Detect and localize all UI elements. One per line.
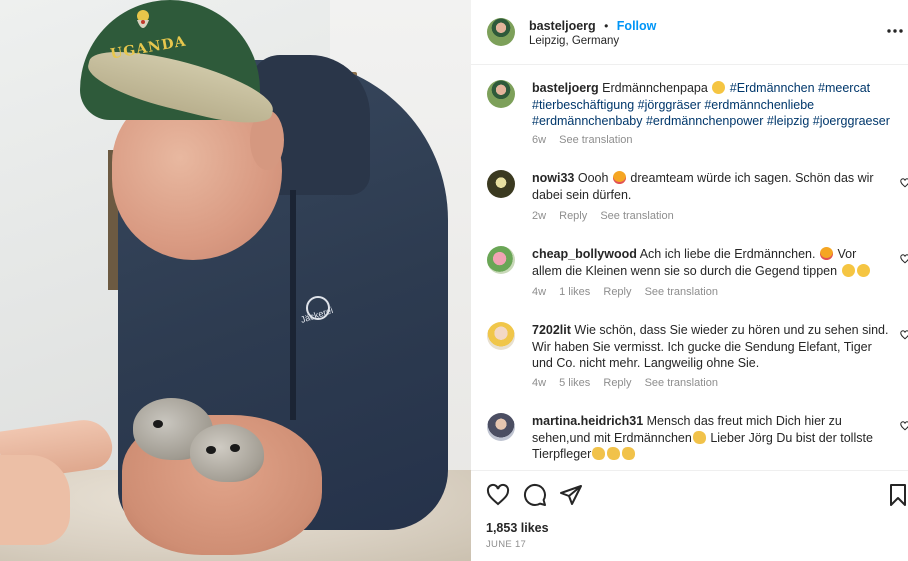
comment-meta: 2w Reply See translation	[532, 210, 684, 222]
comment-body: Vor	[837, 247, 857, 261]
comment-avatar[interactable]	[487, 413, 515, 441]
caption-see-translation[interactable]: See translation	[559, 134, 632, 146]
comment-body: Wir haben Sie vermisst. Ich gucke die Se…	[532, 339, 872, 354]
post-panel: basteljoerg • Follow Leipzig, Germany ba…	[471, 0, 908, 561]
heart-eyes-emoji-icon	[612, 171, 626, 184]
clapping-hands-emoji-icon	[622, 447, 636, 460]
comment-text: cheap_bollywood Ach ich liebe die Erdmän…	[532, 246, 882, 279]
heart-eyes-emoji-icon	[819, 247, 833, 260]
meerkat-eye	[153, 420, 163, 428]
comment-body: dreamteam würde ich sagen. Schön das wir	[630, 171, 874, 185]
caption-hashtags-3[interactable]: #erdmännchenbaby #erdmännchenpower #leip…	[532, 114, 890, 128]
caption-body: Erdmännchenpapa	[602, 81, 708, 95]
comment-like-heart-icon[interactable]	[900, 178, 908, 188]
comment-reply-button[interactable]: Reply	[603, 377, 631, 389]
comment-time[interactable]: 2w	[532, 210, 546, 222]
comment-meta: 4w 5 likes Reply See translation	[532, 377, 728, 389]
comment-text: martina.heidrich31 Mensch das freut mich…	[532, 413, 892, 463]
comment-username[interactable]: 7202lit	[532, 323, 571, 337]
post-header: basteljoerg • Follow	[529, 17, 656, 35]
comment-text: nowi33 Oooh dreamteam würde ich sagen. S…	[532, 170, 882, 203]
comment-body: und Co. nicht mehr. Langweilig ohne Sie.	[532, 356, 760, 370]
comment-see-translation[interactable]: See translation	[600, 210, 673, 222]
author-username[interactable]: basteljoerg	[529, 19, 596, 33]
comment-time[interactable]: 4w	[532, 377, 546, 389]
caption-username[interactable]: basteljoerg	[532, 81, 599, 95]
comment-likes[interactable]: 5 likes	[559, 377, 590, 389]
like-heart-icon[interactable]	[486, 483, 510, 507]
comment-avatar[interactable]	[487, 170, 515, 198]
comment-see-translation[interactable]: See translation	[645, 286, 718, 298]
share-icon[interactable]	[559, 483, 583, 507]
comment-username[interactable]: nowi33	[532, 171, 574, 185]
more-options-icon[interactable]	[887, 18, 903, 39]
clapping-hands-emoji-icon	[692, 430, 706, 444]
comment-like-heart-icon[interactable]	[900, 421, 908, 431]
caption-text: basteljoerg Erdmännchenpapa #Erdmännchen…	[532, 80, 902, 130]
comment-body: Ach ich liebe die Erdmännchen.	[639, 247, 816, 261]
smiling-face-emoji-icon	[856, 263, 870, 277]
smiling-hearts-emoji-icon	[712, 81, 726, 94]
comment-avatar[interactable]	[487, 322, 515, 350]
bookmark-icon[interactable]	[886, 483, 908, 507]
author-avatar[interactable]	[487, 18, 515, 46]
photo-meerkat-2	[190, 424, 264, 482]
grinning-sweat-emoji-icon	[841, 263, 855, 277]
comment-body: Mensch das freut mich Dich hier zu	[646, 414, 842, 428]
comment-meta: 4w 1 likes Reply See translation	[532, 286, 728, 298]
caption-hashtags-1[interactable]: #Erdmännchen #meercat	[730, 81, 870, 95]
comment-body: Oooh	[577, 171, 609, 185]
comment-see-translation[interactable]: See translation	[645, 377, 718, 389]
post-date[interactable]: JUNE 17	[486, 539, 526, 550]
meerkat-eye	[230, 444, 240, 452]
post-photo[interactable]: Jäckerei UGANDA	[0, 0, 471, 561]
comment-body: dabei sein dürfen.	[532, 187, 632, 202]
header-divider	[471, 64, 908, 65]
comment-text: 7202lit Wie schön, dass Sie wieder zu hö…	[532, 322, 892, 372]
caption-time[interactable]: 6w	[532, 134, 546, 146]
photo-zipper	[290, 190, 296, 420]
actions-divider	[471, 470, 908, 471]
comment-reply-button[interactable]: Reply	[559, 210, 587, 222]
clapping-hands-emoji-icon	[607, 447, 621, 460]
follow-button[interactable]: Follow	[617, 19, 657, 33]
meerkat-eye	[206, 446, 216, 454]
post-location[interactable]: Leipzig, Germany	[529, 35, 619, 47]
caption-hashtags-2[interactable]: #tierbeschäftigung #jörggräser #erdmännc…	[532, 98, 814, 112]
comment-username[interactable]: martina.heidrich31	[532, 414, 643, 428]
comment-icon[interactable]	[523, 483, 547, 507]
comment-like-heart-icon[interactable]	[900, 330, 908, 340]
likes-count[interactable]: 1,853 likes	[486, 521, 549, 535]
comment-body: Wie schön, dass Sie wieder zu hören und …	[574, 323, 889, 337]
comment-time[interactable]: 4w	[532, 286, 546, 298]
comment-avatar[interactable]	[487, 246, 515, 274]
header-separator: •	[604, 19, 609, 33]
photo-arm	[0, 455, 70, 545]
comment-body: Lieber Jörg Du bist der tollste	[710, 430, 873, 445]
clapping-hands-emoji-icon	[592, 447, 606, 460]
comment-body: Tierpfleger	[532, 447, 592, 461]
caption-meta: 6w See translation	[532, 134, 643, 146]
comment-body: sehen,und mit Erdmännchen	[532, 430, 692, 445]
comment-username[interactable]: cheap_bollywood	[532, 247, 637, 261]
caption-avatar[interactable]	[487, 80, 515, 108]
photo-cap-crane-emblem	[137, 10, 149, 28]
comment-body: allem die Kleinen wenn sie so durch die …	[532, 263, 838, 278]
comment-like-heart-icon[interactable]	[900, 254, 908, 264]
comment-likes[interactable]: 1 likes	[559, 286, 590, 298]
comment-reply-button[interactable]: Reply	[603, 286, 631, 298]
